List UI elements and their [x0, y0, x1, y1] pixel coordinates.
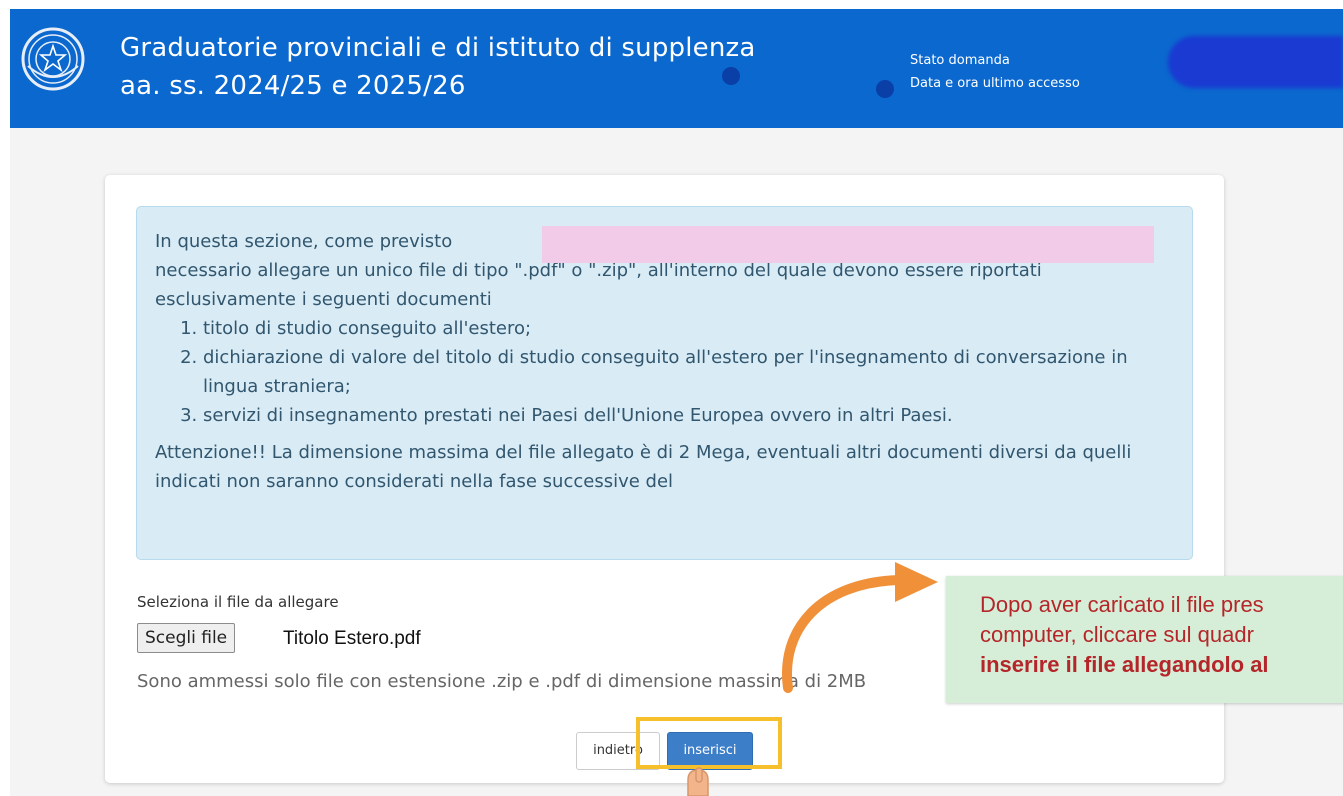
header-status: Stato domanda Data e ora ultimo accesso: [910, 49, 1080, 95]
file-select-label: Seleziona il file da allegare: [137, 593, 339, 611]
redacted-text: [542, 226, 1154, 263]
tooltip-line-2: computer, cliccare sul quadr: [980, 622, 1254, 647]
page-title: Graduatorie provinciali e di istituto di…: [120, 29, 756, 105]
status-label: Stato domanda: [910, 53, 1010, 68]
status-dot: [722, 67, 740, 85]
annotation-arrow-icon: [782, 562, 938, 693]
selected-file-name: Titolo Estero.pdf: [283, 628, 421, 649]
pointer-hand-icon: [687, 767, 709, 796]
redacted-user-info: [1168, 36, 1343, 88]
list-item: dichiarazione di valore del titolo di st…: [203, 343, 1174, 401]
list-item: servizi di insegnamento prestati nei Pae…: [203, 401, 1174, 430]
tooltip-line-1: Dopo aver caricato il file pres: [980, 592, 1264, 617]
info-alert: In questa sezione, come previsto necessa…: [136, 206, 1193, 560]
title-line-1: Graduatorie provinciali e di istituto di…: [120, 33, 756, 63]
page-header: Graduatorie provinciali e di istituto di…: [10, 9, 1343, 128]
left-margin: [0, 0, 10, 796]
intro-rest: necessario allegare un unico file di tip…: [155, 260, 1042, 310]
document-list: titolo di studio conseguito all'estero; …: [155, 314, 1174, 430]
top-strip: [0, 0, 1343, 9]
list-item: titolo di studio conseguito all'estero;: [203, 314, 1174, 343]
instruction-tooltip: Dopo aver caricato il file pres computer…: [946, 576, 1343, 703]
tooltip-line-3: inserire il file allegandolo al: [980, 652, 1269, 677]
republic-emblem-icon: [21, 27, 85, 91]
choose-file-button[interactable]: Scegli file: [137, 623, 236, 653]
intro-start: In questa sezione, come previsto: [155, 231, 453, 252]
title-line-2: aa. ss. 2024/25 e 2025/26: [120, 71, 466, 101]
attention-note: Attenzione!! La dimensione massima del f…: [155, 442, 1132, 492]
status-dot: [876, 80, 894, 98]
last-access-label: Data e ora ultimo accesso: [910, 76, 1080, 91]
